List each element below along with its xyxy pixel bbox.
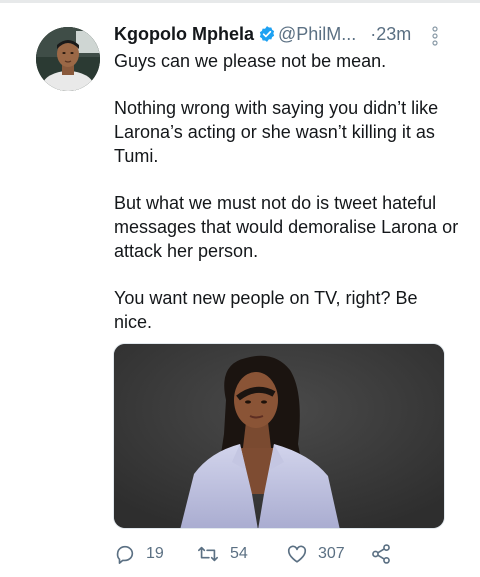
tweet[interactable]: Kgopolo Mphela @PhilM... ·23m Guys can we … (0, 0, 480, 577)
retweet-icon (196, 543, 220, 565)
tweet-actions: 19 54 307 (114, 542, 434, 566)
avatar[interactable] (36, 27, 100, 91)
reply-button[interactable]: 19 (114, 542, 164, 566)
tweet-paragraph: But what we must not do is tweet hateful… (114, 193, 459, 261)
tweet-text: Guys can we please not be mean. Nothing … (114, 49, 459, 357)
photo (114, 344, 444, 528)
like-button[interactable]: 307 (286, 542, 345, 566)
verified-badge-icon (258, 25, 276, 43)
retweet-button[interactable]: 54 (196, 542, 248, 566)
heart-icon (286, 543, 308, 565)
avatar-image (36, 27, 100, 91)
tweet-header: Kgopolo Mphela @PhilM... ·23m (114, 24, 454, 50)
retweet-count: 54 (230, 545, 248, 562)
reply-count: 19 (146, 545, 164, 562)
tweet-paragraph: Guys can we please not be mean. (114, 51, 387, 71)
tweet-paragraph: You want new people on TV, right? Be nic… (114, 288, 418, 332)
author-handle[interactable]: @PhilM... (278, 24, 356, 44)
tweet-media-image[interactable] (113, 343, 445, 529)
tweet-timestamp[interactable]: 23m (376, 24, 411, 44)
like-count: 307 (318, 545, 345, 562)
share-button[interactable] (370, 542, 392, 566)
tweet-paragraph: Nothing wrong with saying you didn’t lik… (114, 98, 439, 166)
vertical-ellipsis-icon[interactable] (430, 26, 440, 46)
share-icon (370, 543, 392, 565)
author-display-name[interactable]: Kgopolo Mphela (114, 24, 254, 44)
reply-icon (114, 543, 136, 565)
